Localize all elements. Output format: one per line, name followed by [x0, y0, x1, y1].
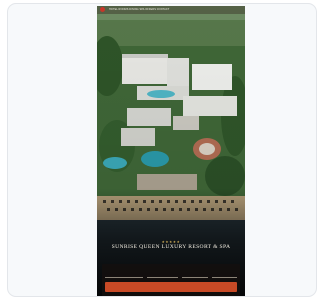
hotel-logo-icon[interactable]: [100, 7, 105, 12]
booking-widget: [102, 264, 240, 296]
hero-aerial-photo: [97, 6, 245, 296]
guests-field[interactable]: [182, 270, 208, 278]
checkin-field[interactable]: [105, 270, 143, 278]
nav-item[interactable]: ROOMS: [119, 8, 129, 11]
nav-item[interactable]: HOTEL: [109, 8, 118, 11]
checkout-field[interactable]: [147, 270, 178, 278]
check-availability-button[interactable]: [105, 282, 237, 292]
mobile-screenshot: HOTEL ROOMS DINING SPA OFFERS CONTACT ★★…: [97, 6, 245, 296]
preview-card: HOTEL ROOMS DINING SPA OFFERS CONTACT ★★…: [7, 3, 317, 297]
nav-item[interactable]: CONTACT: [157, 8, 170, 11]
promo-field[interactable]: [212, 270, 237, 278]
nav-item[interactable]: OFFERS: [145, 8, 156, 11]
main-nav: HOTEL ROOMS DINING SPA OFFERS CONTACT: [109, 7, 233, 12]
hotel-name-heading: SUNRISE QUEEN LUXURY RESORT & SPA: [111, 244, 231, 250]
site-header: HOTEL ROOMS DINING SPA OFFERS CONTACT: [97, 6, 245, 14]
nav-item[interactable]: SPA: [139, 8, 144, 11]
nav-item[interactable]: DINING: [129, 8, 138, 11]
